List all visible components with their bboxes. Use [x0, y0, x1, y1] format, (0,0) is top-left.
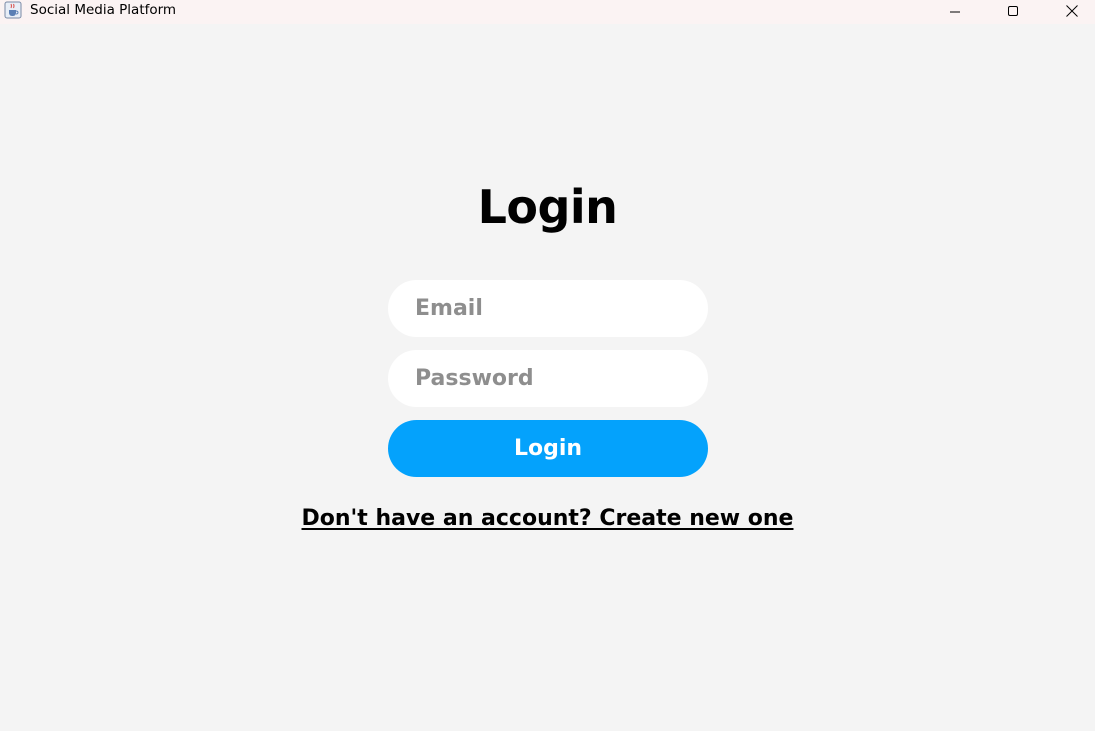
window-title: Social Media Platform: [30, 2, 177, 18]
maximize-icon: [1008, 6, 1018, 16]
login-button[interactable]: Login: [388, 420, 708, 477]
window-titlebar[interactable]: Social Media Platform: [0, 0, 1095, 24]
password-field[interactable]: [388, 350, 708, 407]
close-icon: [1066, 5, 1078, 17]
minimize-icon: [950, 11, 960, 13]
email-field[interactable]: [388, 280, 708, 337]
minimize-button[interactable]: [932, 0, 978, 22]
create-account-link[interactable]: Don't have an account? Create new one: [0, 504, 1095, 534]
maximize-button[interactable]: [990, 0, 1036, 22]
close-button[interactable]: [1049, 0, 1095, 22]
page-title: Login: [477, 180, 618, 234]
java-cup-icon: [4, 1, 22, 19]
